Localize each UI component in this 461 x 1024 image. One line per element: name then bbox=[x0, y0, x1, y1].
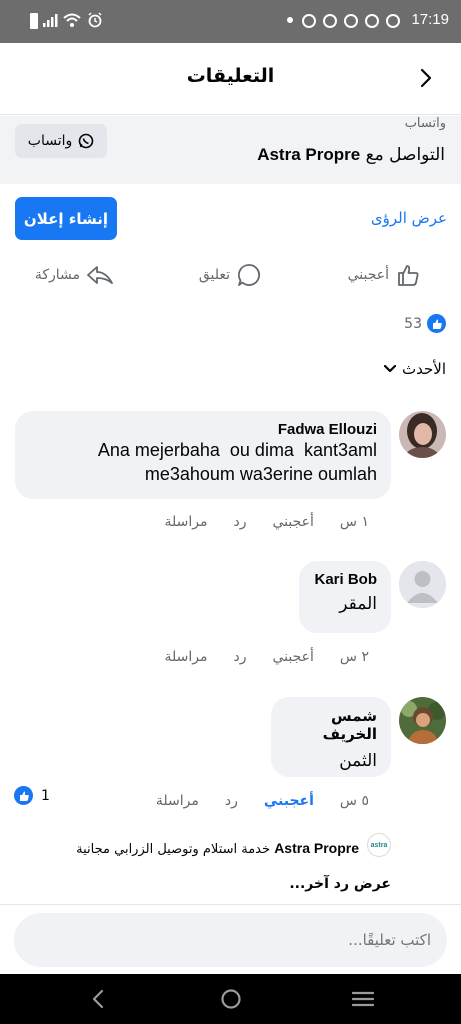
comment-like-button[interactable]: أعجبني bbox=[264, 793, 314, 809]
comment-text: المقر bbox=[339, 594, 377, 614]
like-action[interactable]: أعجبني bbox=[348, 262, 421, 288]
whatsapp-icon bbox=[78, 133, 94, 149]
like-reaction-icon bbox=[14, 786, 33, 805]
comment-author[interactable]: Kari Bob bbox=[313, 571, 377, 588]
comment-like-button[interactable]: أعجبني bbox=[273, 514, 314, 530]
chat-icon bbox=[365, 14, 379, 28]
cta-row: إنشاء إعلان عرض الرؤى bbox=[0, 184, 461, 256]
sim-icon bbox=[30, 13, 38, 29]
comment-message-button[interactable]: مراسلة bbox=[165, 649, 208, 665]
comment-meta: ١ س أعجبني رد مراسلة bbox=[165, 514, 369, 530]
comment-text: الثمن bbox=[339, 751, 377, 771]
comment-icon bbox=[238, 264, 261, 286]
sponsor-headline: التواصل مع Astra Propre bbox=[257, 145, 445, 165]
comment-text-line: Ana mejerbaha ou dima kant3aml bbox=[97, 440, 377, 460]
avatar[interactable] bbox=[399, 697, 446, 744]
sponsor-prefix: التواصل مع bbox=[365, 145, 445, 165]
share-action-label: مشاركة bbox=[34, 267, 80, 283]
chevron-down-icon bbox=[384, 365, 396, 373]
signal-icon bbox=[43, 14, 58, 27]
comment-time: ١ س bbox=[339, 514, 369, 530]
comment-text: Ana mejerbaha ou dima kant3aml me3ahoum … bbox=[29, 438, 377, 486]
reply-preview[interactable]: Astra Propre خدمة استلام وتوصيل الزرابي … bbox=[76, 840, 359, 857]
alarm-icon bbox=[88, 12, 102, 28]
comment-author[interactable]: شمس الخريف bbox=[285, 707, 377, 743]
like-action-label: أعجبني bbox=[347, 267, 389, 283]
comment-text-line: me3ahoum wa3erine oumlah bbox=[144, 464, 377, 484]
comment-reply-button[interactable]: رد bbox=[234, 649, 247, 665]
sponsored-cta-strip: واتساب التواصل مع Astra Propre واتساب bbox=[0, 116, 461, 184]
reply-avatar[interactable]: astra bbox=[367, 833, 391, 857]
header: التعليقات bbox=[0, 43, 461, 115]
page-title: التعليقات bbox=[186, 65, 275, 87]
comment-author[interactable]: Fadwa Ellouzi bbox=[29, 421, 377, 438]
comment-reply-button[interactable]: رد bbox=[225, 793, 238, 809]
share-action[interactable]: مشاركة bbox=[35, 262, 114, 288]
sort-label: الأحدث bbox=[402, 360, 446, 378]
comment-meta: ٥ س أعجبني رد مراسلة bbox=[156, 793, 369, 809]
like-reaction-icon bbox=[427, 314, 446, 333]
nav-home-icon[interactable] bbox=[220, 988, 242, 1010]
comment-bubble: شمس الخريف الثمن bbox=[271, 697, 391, 777]
reaction-summary[interactable]: 53 bbox=[404, 314, 446, 333]
comment-like-button[interactable]: أعجبني bbox=[273, 649, 314, 665]
comment-reaction-summary[interactable]: 1 bbox=[14, 786, 50, 805]
reply-author: Astra Propre bbox=[274, 840, 359, 856]
comment-composer bbox=[0, 904, 461, 974]
whatsapp-status-icon bbox=[386, 14, 400, 28]
threads-icon bbox=[302, 14, 316, 28]
whatsapp-button-label: واتساب bbox=[27, 133, 73, 149]
comment-message-button[interactable]: مراسلة bbox=[156, 793, 199, 809]
system-nav-bar bbox=[0, 974, 461, 1024]
comment-reply-button[interactable]: رد bbox=[234, 514, 247, 530]
comment-message-button[interactable]: مراسلة bbox=[165, 514, 208, 530]
sort-dropdown[interactable]: الأحدث bbox=[384, 360, 446, 378]
wifi-icon bbox=[63, 13, 81, 27]
avatar[interactable] bbox=[399, 561, 446, 608]
sponsor-page-name: Astra Propre bbox=[257, 145, 361, 164]
avatar[interactable] bbox=[399, 411, 446, 458]
back-arrow-icon[interactable] bbox=[419, 67, 433, 89]
comment-reaction-count: 1 bbox=[41, 787, 50, 804]
reaction-count: 53 bbox=[404, 315, 422, 332]
messenger-icon bbox=[344, 14, 358, 28]
comment-meta: ٢ س أعجبني رد مراسلة bbox=[165, 649, 369, 665]
comment-time: ٢ س bbox=[339, 649, 369, 665]
clock: 17:19 bbox=[411, 11, 449, 28]
share-icon bbox=[87, 266, 113, 284]
play-icon bbox=[323, 14, 337, 28]
whatsapp-button[interactable]: واتساب bbox=[15, 124, 107, 158]
nav-recents-icon[interactable] bbox=[352, 991, 374, 1007]
notification-dot-icon bbox=[287, 17, 293, 23]
post-actions: أعجبني تعليق مشاركة bbox=[0, 256, 461, 300]
comment-time: ٥ س bbox=[339, 793, 369, 809]
comment-bubble: Fadwa Ellouzi Ana mejerbaha ou dima kant… bbox=[15, 411, 391, 499]
status-bar: 17:19 bbox=[0, 0, 461, 43]
thumb-up-icon bbox=[398, 265, 419, 286]
comment-action[interactable]: تعليق bbox=[199, 262, 262, 288]
comment-input[interactable] bbox=[14, 913, 447, 967]
comment-bubble: Kari Bob المقر bbox=[299, 561, 391, 633]
sponsor-small-label: واتساب bbox=[404, 116, 446, 131]
comment-action-label: تعليق bbox=[198, 267, 230, 283]
create-ad-button[interactable]: إنشاء إعلان bbox=[15, 197, 117, 240]
view-more-replies[interactable]: عرض رد آخر... bbox=[289, 876, 391, 892]
nav-back-icon[interactable] bbox=[90, 989, 106, 1009]
reply-text: خدمة استلام وتوصيل الزرابي مجانية bbox=[76, 842, 271, 857]
view-insights-link[interactable]: عرض الرؤى bbox=[371, 209, 447, 227]
